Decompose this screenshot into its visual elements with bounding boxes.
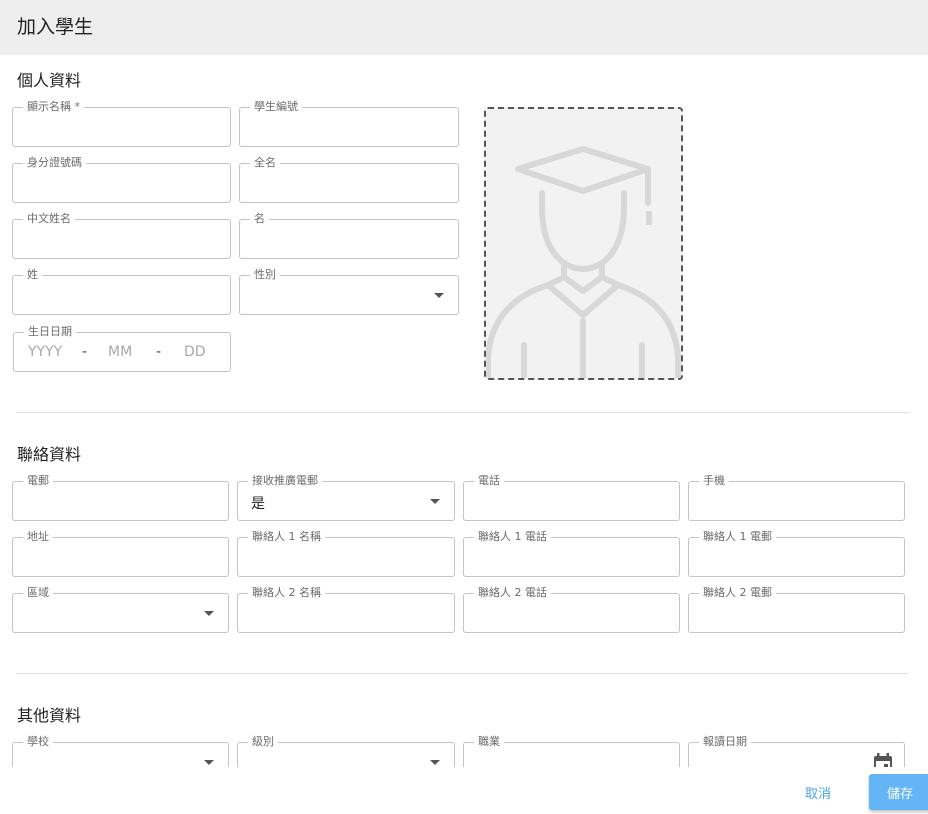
contact2-email-field[interactable]: 聯絡人 2 電郵	[688, 586, 905, 633]
dialog-footer: 取消 儲存	[0, 767, 928, 814]
section-title-other: 其他資料	[17, 706, 82, 725]
level-label: 級別	[248, 735, 278, 749]
region-select[interactable]: 區域	[12, 586, 229, 633]
birthday-day[interactable]: DD	[184, 344, 206, 360]
cancel-button[interactable]: 取消	[805, 783, 831, 802]
calendar-icon[interactable]	[873, 753, 893, 767]
contact1-email-field[interactable]: 聯絡人 1 電郵	[688, 530, 905, 577]
last-name-label: 姓	[23, 268, 42, 282]
birthday-label: 生日日期	[24, 325, 76, 339]
caret-down-icon	[204, 760, 214, 765]
section-divider	[16, 412, 909, 413]
dialog-header: 加入學生	[0, 0, 928, 55]
chinese-name-field[interactable]: 中文姓名	[12, 212, 231, 259]
save-button[interactable]: 儲存	[869, 774, 928, 810]
birthday-field[interactable]: 生日日期 YYYY - MM - DD	[13, 325, 231, 372]
contact1-email-label: 聯絡人 1 電郵	[699, 530, 776, 544]
contact1-name-label: 聯絡人 1 名稱	[248, 530, 325, 544]
last-name-field[interactable]: 姓	[12, 268, 231, 315]
school-select[interactable]: 學校	[12, 735, 229, 767]
caret-down-icon	[430, 499, 440, 504]
dialog-title: 加入學生	[17, 16, 94, 38]
student-no-field[interactable]: 學生編號	[239, 100, 459, 147]
email-field[interactable]: 電郵	[12, 474, 229, 521]
promo-email-label: 接收推廣電郵	[248, 474, 322, 488]
section-divider	[16, 673, 908, 674]
enroll-date-field[interactable]: 報讀日期	[688, 735, 905, 767]
occupation-label: 職業	[474, 735, 504, 749]
section-title-personal: 個人資料	[17, 71, 82, 90]
contact2-phone-field[interactable]: 聯絡人 2 電話	[463, 586, 680, 633]
student-no-label: 學生編號	[250, 100, 302, 114]
graduate-avatar-icon	[486, 146, 681, 378]
first-name-field[interactable]: 名	[239, 212, 459, 259]
level-select[interactable]: 級別	[237, 735, 455, 767]
photo-upload[interactable]	[484, 107, 683, 380]
full-name-label: 全名	[250, 156, 280, 170]
school-label: 學校	[23, 735, 53, 749]
contact1-phone-label: 聯絡人 1 電話	[474, 530, 551, 544]
contact2-name-label: 聯絡人 2 名稱	[248, 586, 325, 600]
promo-email-value: 是	[251, 496, 265, 512]
caret-down-icon	[434, 293, 444, 298]
section-title-contact: 聯絡資料	[17, 445, 82, 464]
promo-email-select[interactable]: 接收推廣電郵 是	[237, 474, 455, 521]
contact1-name-field[interactable]: 聯絡人 1 名稱	[237, 530, 455, 577]
phone-field[interactable]: 電話	[463, 474, 680, 521]
gender-select[interactable]: 性別	[239, 268, 459, 315]
caret-down-icon	[204, 611, 214, 616]
email-label: 電郵	[23, 474, 53, 488]
first-name-label: 名	[250, 212, 269, 226]
address-field[interactable]: 地址	[12, 530, 229, 577]
gender-label: 性別	[250, 268, 280, 282]
occupation-field[interactable]: 職業	[463, 735, 680, 767]
display-name-field[interactable]: 顯示名稱 *	[12, 100, 231, 147]
chinese-name-label: 中文姓名	[23, 212, 75, 226]
date-separator: -	[82, 344, 88, 360]
date-separator: -	[156, 344, 162, 360]
contact2-phone-label: 聯絡人 2 電話	[474, 586, 551, 600]
birthday-month[interactable]: MM	[108, 344, 132, 360]
caret-down-icon	[430, 760, 440, 765]
id-no-field[interactable]: 身分證號碼	[12, 156, 231, 203]
mobile-label: 手機	[699, 474, 729, 488]
id-no-label: 身分證號碼	[23, 156, 86, 170]
region-label: 區域	[23, 586, 53, 600]
birthday-year[interactable]: YYYY	[28, 344, 62, 360]
contact2-email-label: 聯絡人 2 電郵	[699, 586, 776, 600]
display-name-label: 顯示名稱 *	[23, 100, 84, 114]
dialog-body[interactable]: 個人資料 顯示名稱 * 學生編號 身分證號碼 全名 中文姓名 名 姓 性別 生日…	[0, 55, 928, 767]
contact2-name-field[interactable]: 聯絡人 2 名稱	[237, 586, 455, 633]
enroll-date-label: 報讀日期	[699, 735, 751, 749]
phone-label: 電話	[474, 474, 504, 488]
contact1-phone-field[interactable]: 聯絡人 1 電話	[463, 530, 680, 577]
full-name-field[interactable]: 全名	[239, 156, 459, 203]
address-label: 地址	[23, 530, 53, 544]
mobile-field[interactable]: 手機	[688, 474, 905, 521]
